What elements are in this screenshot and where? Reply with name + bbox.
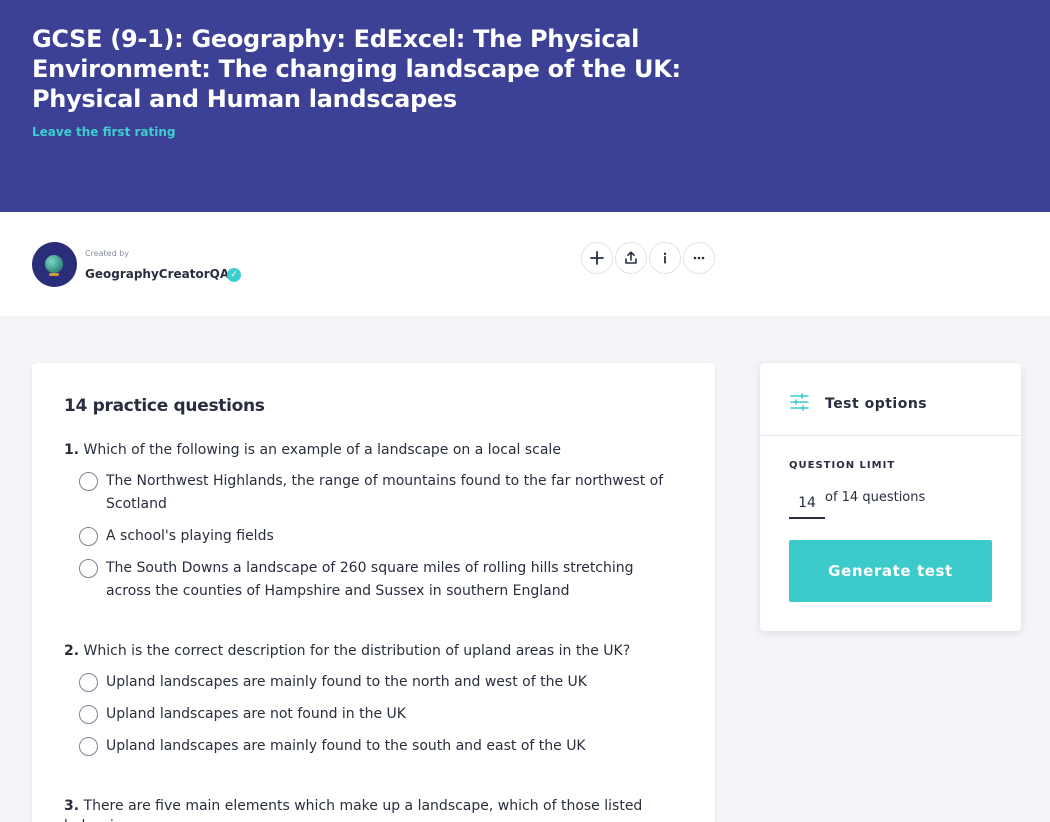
share-button[interactable] [615, 242, 647, 274]
radio-button[interactable] [79, 472, 98, 491]
radio-button[interactable] [79, 527, 98, 546]
verified-check-icon: ✓ [227, 268, 241, 282]
sliders-icon [790, 393, 809, 411]
answer-text: The Northwest Highlands, the range of mo… [106, 473, 664, 512]
answer-option[interactable]: The Northwest Highlands, the range of mo… [79, 470, 669, 516]
question-limit-label: QUESTION LIMIT [789, 460, 896, 471]
answer-text: A school's playing fields [106, 528, 274, 544]
add-button[interactable] [581, 242, 613, 274]
avatar[interactable] [32, 242, 77, 287]
radio-button[interactable] [79, 705, 98, 724]
info-button[interactable] [649, 242, 681, 274]
radio-button[interactable] [79, 673, 98, 692]
question-text: There are five main elements which make … [64, 798, 643, 822]
question-number: 3. [64, 798, 80, 814]
share-icon [625, 251, 637, 264]
answer-option[interactable]: A school's playing fields [79, 525, 669, 548]
question-1: 1. Which of the following is an example … [64, 440, 684, 460]
created-by-label: Created by [85, 249, 130, 258]
question-limit-input[interactable] [789, 488, 825, 519]
answer-text: Upland landscapes are mainly found to th… [106, 674, 587, 690]
radio-button[interactable] [79, 737, 98, 756]
question-number: 1. [64, 442, 80, 458]
leave-rating-link[interactable]: Leave the first rating [32, 125, 175, 139]
page-title: GCSE (9-1): Geography: EdExcel: The Phys… [32, 25, 681, 113]
practice-questions-card: 14 practice questions 1. Which of the fo… [32, 363, 715, 822]
info-icon [663, 252, 667, 264]
question-text: Which of the following is an example of … [83, 442, 561, 458]
test-options-panel: Test options QUESTION LIMIT of 14 questi… [760, 363, 1021, 631]
answer-text: The South Downs a landscape of 260 squar… [106, 560, 634, 599]
answer-text: Upland landscapes are not found in the U… [106, 706, 406, 722]
plus-icon [590, 251, 604, 265]
answer-option[interactable]: Upland landscapes are mainly found to th… [79, 735, 669, 758]
answer-text: Upland landscapes are mainly found to th… [106, 738, 586, 754]
globe-icon [45, 255, 63, 273]
test-options-header: Test options [760, 363, 1021, 436]
question-limit-total: of 14 questions [825, 490, 926, 505]
practice-heading: 14 practice questions [64, 396, 265, 416]
question-number: 2. [64, 643, 80, 659]
creator-bar: Created by GeographyCreatorQA2 ✓ [0, 212, 1050, 316]
more-options-button[interactable] [683, 242, 715, 274]
answer-option[interactable]: Upland landscapes are not found in the U… [79, 703, 669, 726]
generate-test-button[interactable]: Generate test [789, 540, 992, 602]
question-text: Which is the correct description for the… [83, 643, 631, 659]
more-icon [693, 256, 705, 260]
test-options-title: Test options [825, 396, 928, 412]
creator-name-link[interactable]: GeographyCreatorQA2 [85, 267, 238, 281]
question-2: 2. Which is the correct description for … [64, 641, 684, 661]
course-header: GCSE (9-1): Geography: EdExcel: The Phys… [0, 0, 1050, 212]
question-3: 3. There are five main elements which ma… [64, 796, 684, 822]
answer-option[interactable]: Upland landscapes are mainly found to th… [79, 671, 669, 694]
answer-option[interactable]: The South Downs a landscape of 260 squar… [79, 557, 669, 603]
radio-button[interactable] [79, 559, 98, 578]
